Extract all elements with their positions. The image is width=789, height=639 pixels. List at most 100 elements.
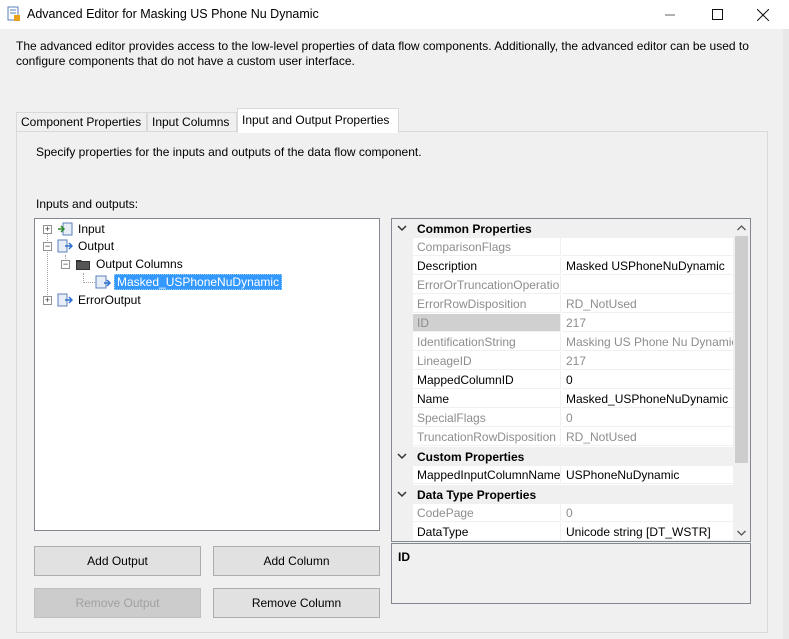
minimize-icon [665,10,675,20]
tree-node-label: Output Columns [96,257,183,271]
tree-node-label: Masked_USPhoneNuDynamic [114,274,283,290]
property-row-comparisonflags[interactable]: ComparisonFlags [392,238,733,257]
property-row-id[interactable]: ID 217 [392,314,733,333]
tree-node-label: ErrorOutput [78,293,141,307]
property-name: ErrorOrTruncationOperation [413,276,561,294]
error-output-icon [57,293,73,307]
category-label: Data Type Properties [417,488,537,502]
property-name: LineageID [413,352,561,370]
category-label: Common Properties [417,222,532,236]
category-common-properties[interactable]: Common Properties [392,219,733,238]
category-data-type-properties[interactable]: Data Type Properties [392,485,733,504]
category-label: Custom Properties [417,450,525,464]
tab-input-output-properties[interactable]: Input and Output Properties [237,108,399,133]
property-name: MappedColumnID [413,371,561,389]
property-row-mappedinputcolumnname[interactable]: MappedInputColumnName USPhoneNuDynamic [392,466,733,485]
property-name: Name [413,390,561,408]
tree-node-masked-column[interactable]: Masked_USPhoneNuDynamic [114,273,283,291]
property-value[interactable] [562,238,733,256]
property-grid[interactable]: Common Properties ComparisonFlags Descri… [391,218,751,542]
tree-node-label: Output [78,239,115,253]
instructions-text: Specify properties for the inputs and ou… [36,145,422,159]
close-icon [757,8,769,21]
tree-node-output[interactable]: Output [78,237,114,255]
input-icon [58,222,73,236]
property-row-truncationrowdisposition[interactable]: TruncationRowDisposition RD_NotUsed [392,428,733,447]
property-value[interactable]: 0 [562,371,733,389]
scroll-down-icon[interactable] [733,524,750,541]
tree-node-output-columns[interactable]: Output Columns [96,255,183,273]
property-name: IdentificationString [413,333,561,351]
property-description-title: ID [398,550,410,564]
property-value[interactable]: Masking US Phone Nu Dynamic [562,333,733,351]
property-row-errorrowdisposition[interactable]: ErrorRowDisposition RD_NotUsed [392,295,733,314]
tree-connector [83,282,95,283]
property-row-identificationstring[interactable]: IdentificationString Masking US Phone Nu… [392,333,733,352]
property-grid-scrollbar[interactable] [733,219,750,541]
tab-label: Input and Output Properties [242,113,390,127]
property-name: DataType [413,523,561,541]
window-title: Advanced Editor for Masking US Phone Nu … [27,7,319,21]
property-name: MappedInputColumnName [413,466,561,484]
property-row-codepage[interactable]: CodePage 0 [392,504,733,523]
output-icon [57,239,73,253]
property-value[interactable]: Masked USPhoneNuDynamic [562,257,733,275]
column-icon [95,275,111,289]
minimize-button[interactable] [647,0,693,29]
tree-label: Inputs and outputs: [36,197,139,211]
scroll-up-icon[interactable] [733,219,750,236]
window-edge [783,29,789,639]
property-value[interactable]: Masked_USPhoneNuDynamic [562,390,733,408]
app-icon [6,6,22,22]
property-value[interactable]: RD_NotUsed [562,295,733,313]
property-value[interactable]: USPhoneNuDynamic [562,466,733,484]
maximize-button[interactable] [694,0,740,29]
expand-input-icon[interactable]: + [43,225,52,234]
tab-label: Component Properties [21,115,142,129]
chevron-down-icon [397,222,407,236]
tree-node-input[interactable]: Input [78,220,105,238]
property-value[interactable]: 0 [562,504,733,522]
chevron-down-icon [397,450,407,464]
property-value[interactable]: 217 [562,314,733,332]
folder-icon [76,260,90,270]
property-name: CodePage [413,504,561,522]
chevron-down-icon [397,488,407,502]
property-name: TruncationRowDisposition [413,428,561,446]
close-button[interactable] [740,0,786,29]
expand-error-output-icon[interactable]: + [43,296,52,305]
remove-output-button[interactable]: Remove Output [34,588,201,618]
property-row-name[interactable]: Name Masked_USPhoneNuDynamic [392,390,733,409]
property-row-errorortruncationoperation[interactable]: ErrorOrTruncationOperation [392,276,733,295]
add-output-button[interactable]: Add Output [34,546,201,576]
tab-label: Input Columns [152,115,230,129]
property-name: ComparisonFlags [413,238,561,256]
tree-node-label: Input [78,222,105,236]
property-row-specialflags[interactable]: SpecialFlags 0 [392,409,733,428]
category-custom-properties[interactable]: Custom Properties [392,447,733,466]
property-row-mappedcolumnid[interactable]: MappedColumnID 0 [392,371,733,390]
property-name: ID [413,314,561,332]
tab-input-columns[interactable]: Input Columns [147,112,237,132]
collapse-output-icon[interactable]: − [43,242,52,251]
maximize-icon [711,9,723,20]
remove-column-button[interactable]: Remove Column [213,588,380,618]
inputs-outputs-tree[interactable]: + Input − Output − Output Columns Masked… [34,218,380,531]
property-row-datatype[interactable]: DataType Unicode string [DT_WSTR] [392,523,733,541]
add-column-button[interactable]: Add Column [213,546,380,576]
property-name: ErrorRowDisposition [413,295,561,313]
property-row-lineageid[interactable]: LineageID 217 [392,352,733,371]
tree-node-error-output[interactable]: ErrorOutput [78,291,141,309]
tab-component-properties[interactable]: Component Properties [16,112,147,132]
property-row-description[interactable]: Description Masked USPhoneNuDynamic [392,257,733,276]
scrollbar-thumb[interactable] [735,236,748,463]
property-value[interactable]: Unicode string [DT_WSTR] [562,523,733,541]
property-value[interactable]: 0 [562,409,733,427]
editor-description: The advanced editor provides access to t… [16,39,749,68]
property-name: Description [413,257,561,275]
collapse-output-columns-icon[interactable]: − [61,260,70,269]
property-name: SpecialFlags [413,409,561,427]
property-value[interactable]: 217 [562,352,733,370]
property-value[interactable]: RD_NotUsed [562,428,733,446]
property-value[interactable] [562,276,733,294]
